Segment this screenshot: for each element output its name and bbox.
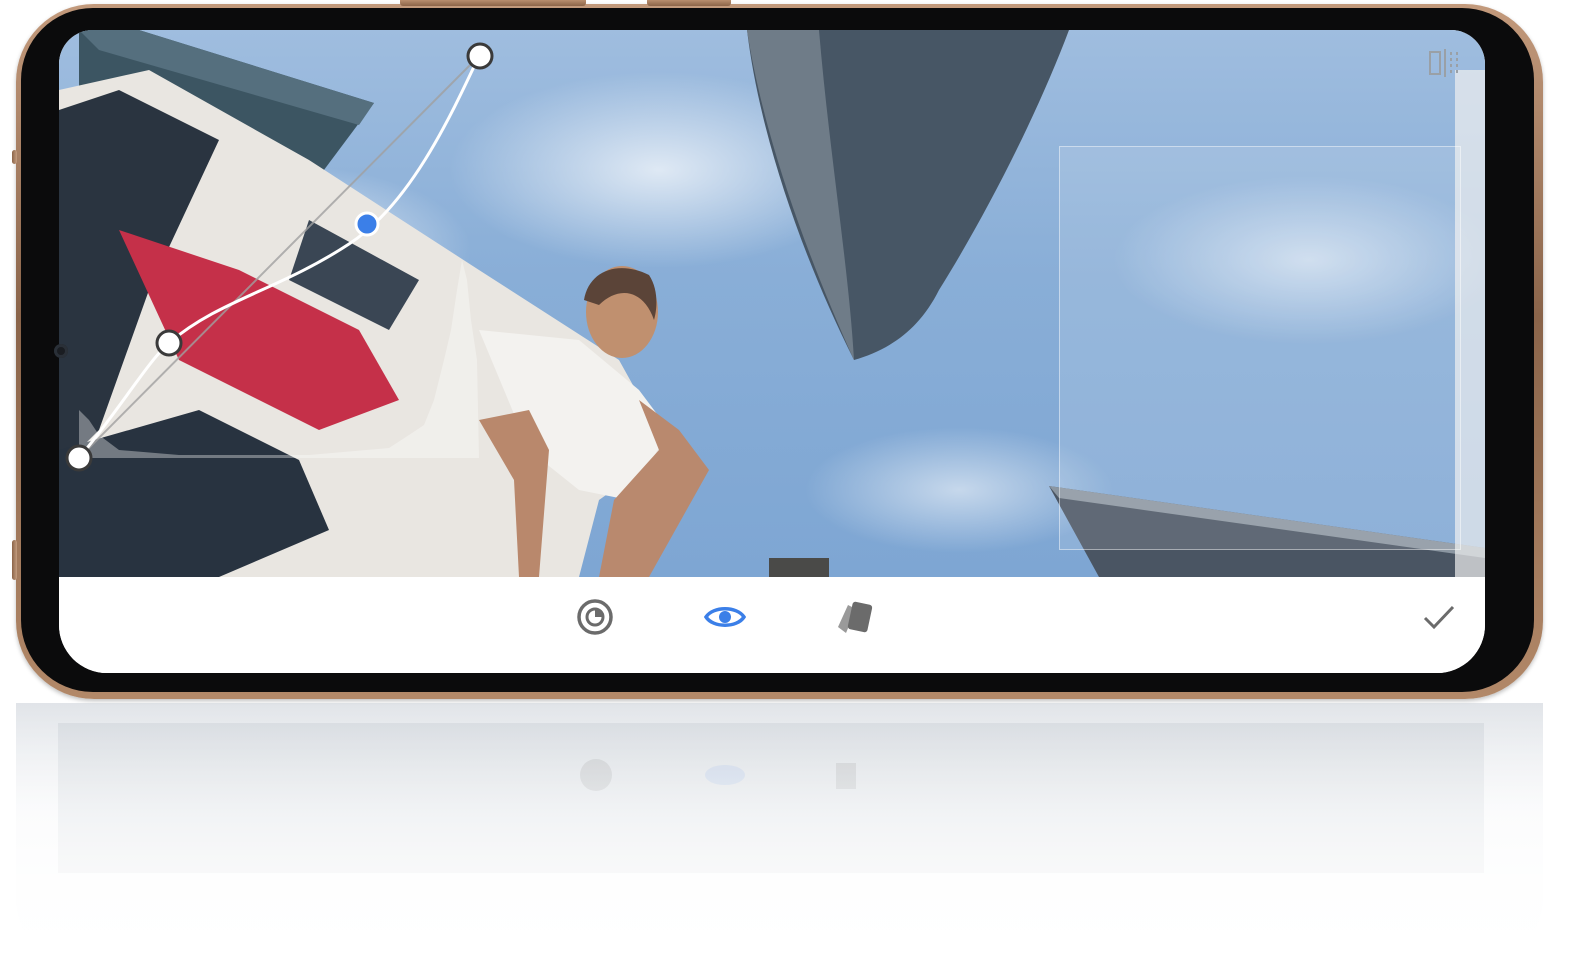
tone-tool-button[interactable] [573, 595, 617, 639]
curve-control-point-selected [354, 211, 380, 237]
bottom-toolbar [59, 577, 1485, 673]
curve-editor-panel[interactable] [1059, 146, 1461, 550]
photo-canvas[interactable] [59, 30, 1485, 577]
volume-button-top [400, 0, 586, 6]
power-button-top [647, 0, 731, 6]
checkmark-icon [1423, 605, 1455, 630]
curve-control-point [155, 329, 183, 357]
front-camera [54, 344, 68, 358]
tone-dial-icon [577, 599, 613, 635]
histogram [79, 260, 479, 458]
eye-icon [703, 607, 747, 627]
curve-reference-line [78, 55, 480, 459]
color-tool-button[interactable] [833, 595, 877, 639]
curve-control-point [65, 444, 93, 472]
apply-button[interactable] [1417, 595, 1461, 639]
tone-curve-graph[interactable] [59, 30, 499, 490]
side-key [12, 150, 17, 164]
color-swatch-icon [838, 601, 873, 633]
phone-reflection [16, 703, 1543, 977]
eye-tool-button[interactable] [703, 595, 747, 639]
side-key [12, 540, 17, 580]
screen [59, 30, 1485, 673]
compare-split-icon[interactable] [1427, 48, 1463, 78]
curve-control-point [466, 42, 494, 70]
